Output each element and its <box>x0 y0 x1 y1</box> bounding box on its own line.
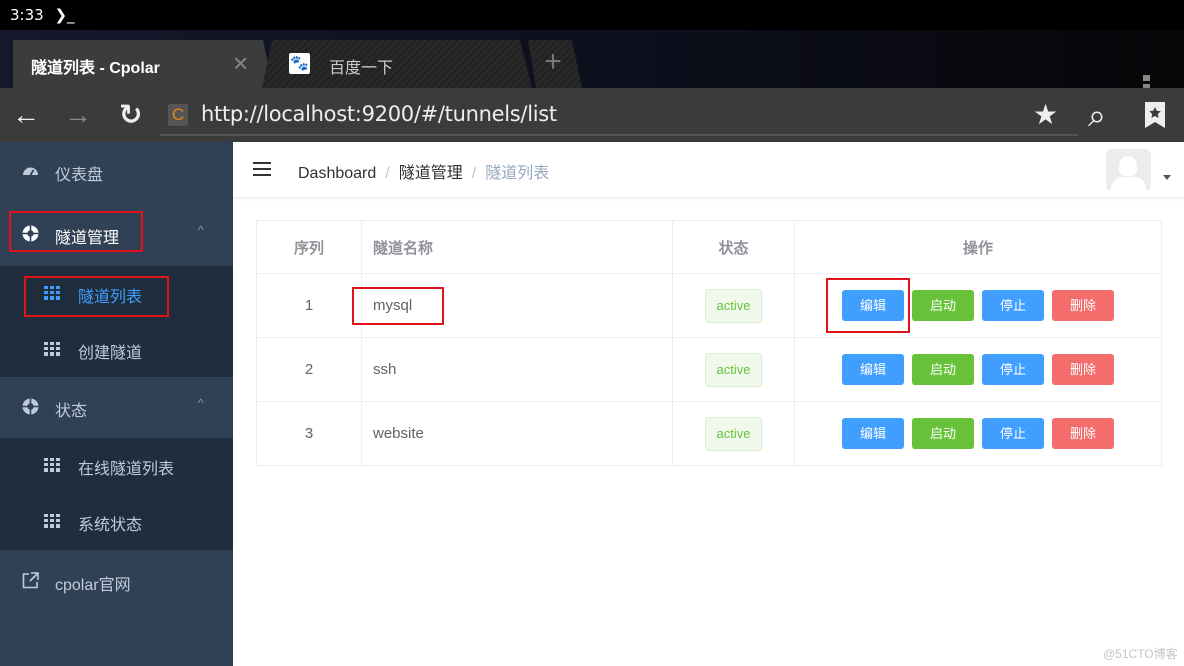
baidu-paw-icon: 🐾 <box>289 53 310 74</box>
url-text[interactable]: http://localhost:9200/#/tunnels/list <box>201 102 557 126</box>
sidebar-item-label: 状态 <box>55 403 88 420</box>
column-header-name: 隧道名称 <box>361 220 673 274</box>
sidebar-item-label: 系统状态 <box>78 517 143 534</box>
clock: 3:33 <box>10 6 44 24</box>
sidebar-item-label: 在线隧道列表 <box>78 461 175 478</box>
start-button[interactable]: 启动 <box>912 290 974 321</box>
table-icon <box>44 514 60 528</box>
terminal-icon: ❯_ <box>54 6 75 24</box>
status-badge: active <box>704 416 763 451</box>
breadcrumb: Dashboard / 隧道管理 / 隧道列表 <box>298 159 549 183</box>
address-bar[interactable]: C http://localhost:9200/#/tunnels/list <box>160 96 1078 136</box>
column-header-actions: 操作 <box>794 220 1162 274</box>
browser-tab-strip: 隧道列表 - Cpolar × 🐾 百度一下 <box>0 30 1184 99</box>
browser-toolbar: ← → ↻ C http://localhost:9200/#/tunnels/… <box>0 88 1184 142</box>
stop-button[interactable]: 停止 <box>982 290 1044 321</box>
status-badge: active <box>704 288 763 323</box>
sidebar-item-dashboard[interactable]: 仪表盘 <box>0 142 233 200</box>
breadcrumb-tunnel-management[interactable]: 隧道管理 <box>399 165 463 182</box>
delete-button[interactable]: 删除 <box>1052 354 1114 385</box>
sidebar-item-tunnel-list[interactable]: 隧道列表 <box>0 266 233 321</box>
sidebar-item-create-tunnel[interactable]: 创建隧道 <box>0 322 233 377</box>
lifebuoy-icon <box>22 225 39 242</box>
submenu-tunnel-management: 隧道列表 创建隧道 <box>0 266 233 377</box>
top-navbar: Dashboard / 隧道管理 / 隧道列表 <box>233 142 1184 198</box>
submenu-status: 在线隧道列表 系统状态 <box>0 438 233 550</box>
sidebar-item-label: 仪表盘 <box>55 167 104 184</box>
sidebar-item-tunnel-management[interactable]: 隧道管理 ^ <box>0 205 233 263</box>
delete-button[interactable]: 删除 <box>1052 418 1114 449</box>
cell-name: mysql <box>361 273 673 338</box>
delete-button[interactable]: 删除 <box>1052 290 1114 321</box>
avatar[interactable] <box>1106 149 1151 191</box>
reload-icon[interactable]: ↻ <box>119 98 142 132</box>
dashboard-icon <box>23 167 38 176</box>
breadcrumb-separator: / <box>385 165 390 182</box>
start-button[interactable]: 启动 <box>912 418 974 449</box>
table-icon <box>44 286 60 300</box>
edit-button[interactable]: 编辑 <box>842 290 904 321</box>
cell-name: website <box>361 401 673 466</box>
status-badge: active <box>704 352 763 387</box>
edit-button[interactable]: 编辑 <box>842 354 904 385</box>
system-status-bar: 3:33 ❯_ <box>0 0 1184 30</box>
stop-button[interactable]: 停止 <box>982 354 1044 385</box>
tunnels-table: 序列 隧道名称 状态 操作 1 mysql active 编辑 启动 停止 删除 2 … <box>256 220 1162 466</box>
cell-index: 1 <box>256 273 362 338</box>
tab-title: 百度一下 <box>329 60 394 77</box>
bookmarks-icon[interactable] <box>1143 101 1167 129</box>
cell-name: ssh <box>361 337 673 402</box>
tab-baidu[interactable]: 🐾 百度一下 <box>262 40 532 88</box>
sidebar-item-system-status[interactable]: 系统状态 <box>0 494 233 549</box>
edit-button[interactable]: 编辑 <box>842 418 904 449</box>
column-header-index: 序列 <box>256 220 362 274</box>
star-icon[interactable]: ★ <box>1033 98 1058 132</box>
table-header-row: 序列 隧道名称 状态 操作 <box>256 220 1162 274</box>
breadcrumb-separator: / <box>471 165 477 182</box>
sidebar: 仪表盘 隧道管理 ^ 隧道列表 创建隧道 状态 ^ 在线隧道列表 系统状态 cp… <box>0 142 233 666</box>
chevron-up-icon: ^ <box>198 223 204 237</box>
tab-title: 隧道列表 - Cpolar <box>31 60 160 77</box>
breadcrumb-tunnel-list: 隧道列表 <box>485 165 550 182</box>
table-row: 2 ssh active 编辑 启动 停止 删除 <box>256 337 1162 402</box>
table-icon <box>44 342 60 356</box>
sidebar-item-label: 创建隧道 <box>78 345 143 362</box>
lifebuoy-icon <box>22 398 39 415</box>
tab-cpolar[interactable]: 隧道列表 - Cpolar × <box>13 40 273 88</box>
external-link-icon <box>22 572 39 589</box>
cpolar-favicon: C <box>168 104 188 126</box>
watermark: @51CTO博客 <box>1103 647 1178 661</box>
column-header-status: 状态 <box>672 220 795 274</box>
main-content: Dashboard / 隧道管理 / 隧道列表 序列 隧道名称 状态 操作 1 mysq… <box>233 142 1184 666</box>
caret-down-icon[interactable] <box>1163 175 1171 180</box>
breadcrumb-dashboard[interactable]: Dashboard <box>298 165 376 182</box>
close-tab-icon[interactable]: × <box>233 48 248 79</box>
cell-index: 2 <box>256 337 362 402</box>
table-row: 1 mysql active 编辑 启动 停止 删除 <box>256 273 1162 338</box>
search-icon[interactable]: ⌕ <box>1088 98 1106 132</box>
sidebar-item-online-tunnels[interactable]: 在线隧道列表 <box>0 438 233 493</box>
sidebar-item-label: 隧道列表 <box>78 289 143 306</box>
hamburger-icon[interactable] <box>253 162 271 176</box>
chevron-up-icon: ^ <box>198 396 204 410</box>
sidebar-item-status[interactable]: 状态 ^ <box>0 378 233 436</box>
sidebar-item-cpolar-website[interactable]: cpolar官网 <box>0 552 233 610</box>
stop-button[interactable]: 停止 <box>982 418 1044 449</box>
start-button[interactable]: 启动 <box>912 354 974 385</box>
back-icon[interactable]: ← <box>12 98 40 132</box>
table-icon <box>44 458 60 472</box>
cell-index: 3 <box>256 401 362 466</box>
forward-icon[interactable]: → <box>64 98 92 132</box>
sidebar-item-label: 隧道管理 <box>55 230 120 247</box>
sidebar-item-label: cpolar官网 <box>55 577 131 594</box>
table-row: 3 website active 编辑 启动 停止 删除 <box>256 401 1162 466</box>
